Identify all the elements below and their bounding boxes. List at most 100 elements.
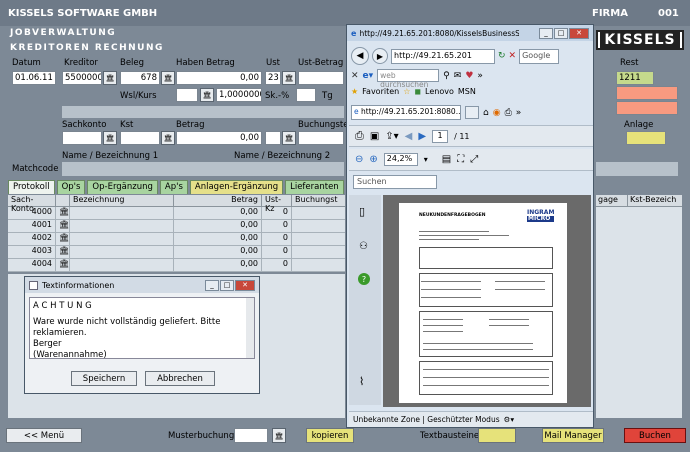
- tab-ops[interactable]: Op's: [56, 180, 86, 194]
- col-bezeichnung[interactable]: Bezeichnung: [70, 195, 174, 206]
- zoom-input[interactable]: 24,2%: [383, 153, 418, 166]
- binoculars-icon[interactable]: ⚇: [359, 241, 368, 252]
- favorites-add-icon[interactable]: ☆: [403, 87, 410, 96]
- search-icon[interactable]: ⚲: [443, 71, 450, 81]
- zoom-dropdown-icon[interactable]: ▾: [424, 155, 428, 164]
- home-icon[interactable]: ⌂: [483, 108, 489, 118]
- ie-tab-icon[interactable]: e▾: [363, 71, 374, 81]
- address-bar[interactable]: http://49.21.65.201: [391, 48, 495, 64]
- ust-kz-lookup-button[interactable]: 🏛: [282, 131, 296, 145]
- kreditor-lookup-button[interactable]: 🏛: [103, 71, 117, 85]
- abbrechen-button[interactable]: Abbrechen: [145, 371, 215, 386]
- table-row[interactable]: 4000 🏛 0,00 0: [8, 207, 345, 220]
- browser-tab[interactable]: e http://49.21.65.201:8080...: [351, 105, 461, 120]
- refresh-icon[interactable]: ↻: [498, 51, 506, 61]
- printer-icon[interactable]: ⎙: [355, 129, 364, 143]
- ust-input[interactable]: 23: [265, 71, 281, 85]
- building-icon[interactable]: 🏛: [56, 220, 70, 232]
- building-icon[interactable]: 🏛: [56, 233, 70, 245]
- haben-betrag-input[interactable]: 0,00: [176, 71, 262, 85]
- mail-icon[interactable]: ✉: [454, 71, 462, 81]
- table-row[interactable]: 4001 🏛 0,00 0: [8, 220, 345, 233]
- table-row[interactable]: 4002 🏛 0,00 0: [8, 233, 345, 246]
- expand-icon[interactable]: ⤢: [470, 154, 478, 165]
- next-page-icon[interactable]: ▶: [418, 131, 426, 142]
- ust-lookup-button[interactable]: 🏛: [282, 71, 296, 85]
- minimize-button[interactable]: _: [539, 27, 553, 39]
- zoom-out-icon[interactable]: ⊖: [355, 154, 363, 165]
- share-icon[interactable]: ⇪▾: [385, 131, 398, 142]
- tab-anlagen-ergaenzung[interactable]: Anlagen-Ergänzung: [189, 180, 284, 194]
- minimize-button[interactable]: _: [205, 279, 219, 291]
- col-buchungstext[interactable]: Buchungst: [292, 195, 345, 206]
- ust-betrag-input[interactable]: [298, 71, 344, 85]
- pdf-viewport[interactable]: NEUKUNDENFRAGEBOGEN INGRAM MICRO: [383, 195, 591, 407]
- tab-lieferanten[interactable]: Lieferanten: [285, 180, 344, 194]
- building-icon[interactable]: 🏛: [56, 246, 70, 258]
- save-icon[interactable]: ▣: [370, 131, 379, 142]
- kurs-input[interactable]: 1,0000000: [216, 88, 262, 102]
- col-sachkonto[interactable]: Sach-Konto: [8, 195, 56, 213]
- x-icon[interactable]: ✕: [351, 71, 359, 81]
- mail-manager-button[interactable]: Mail Manager: [542, 428, 604, 443]
- web-search-input[interactable]: web durchsuchen: [377, 69, 440, 89]
- maximize-button[interactable]: □: [554, 27, 568, 39]
- textinfo-textarea[interactable]: A C H T U N G Ware wurde nicht vollständ…: [29, 297, 255, 360]
- kst-input[interactable]: [120, 131, 160, 145]
- sachkonto-lookup-button[interactable]: 🏛: [103, 131, 117, 145]
- betrag-input[interactable]: 0,00: [176, 131, 262, 145]
- feed-icon[interactable]: ◉: [493, 108, 501, 118]
- buchungstext-input[interactable]: [298, 131, 344, 145]
- buchen-button[interactable]: Buchen: [624, 428, 686, 443]
- back-button[interactable]: ◀: [351, 47, 369, 65]
- anlage-input[interactable]: [626, 131, 666, 145]
- musterbuchung-lookup-button[interactable]: 🏛: [272, 428, 286, 443]
- close-button[interactable]: ✕: [235, 279, 255, 291]
- pages-icon[interactable]: ▯: [359, 205, 365, 218]
- attachment-icon[interactable]: ⌇: [359, 375, 364, 388]
- col-kst-bezeichnung[interactable]: Kst-Bezeich: [628, 195, 682, 206]
- col-ust-kz[interactable]: Ust-Kz: [262, 195, 292, 213]
- close-button[interactable]: ✕: [569, 27, 589, 39]
- favorite-lenovo[interactable]: Lenovo: [425, 87, 454, 96]
- fit-width-icon[interactable]: ⛶: [457, 154, 464, 165]
- col-betrag[interactable]: Betrag: [174, 195, 262, 206]
- heart-icon[interactable]: ♥: [465, 71, 473, 81]
- kreditor-input[interactable]: 5500000: [62, 71, 102, 85]
- kst-lookup-button[interactable]: 🏛: [161, 131, 175, 145]
- kopieren-button[interactable]: kopieren: [306, 428, 354, 443]
- tab-op-ergaenzung[interactable]: Op-Ergänzung: [87, 180, 158, 194]
- tab-aps[interactable]: Ap's: [159, 180, 188, 194]
- fit-page-icon[interactable]: ▤: [442, 154, 451, 165]
- menu-button[interactable]: << Menü: [6, 428, 82, 443]
- help-icon[interactable]: ?: [358, 273, 370, 285]
- datum-input[interactable]: 01.06.11: [12, 71, 56, 85]
- more-icon[interactable]: »: [477, 71, 483, 81]
- waehrung-lookup-button[interactable]: 🏛: [200, 88, 214, 102]
- tab-protokoll[interactable]: Protokoll: [8, 180, 55, 194]
- pdf-search-input[interactable]: Suchen: [353, 175, 437, 189]
- zoom-in-icon[interactable]: ⊕: [369, 154, 377, 165]
- waehrung-input[interactable]: [176, 88, 198, 102]
- textinfo-scrollbar[interactable]: [246, 298, 254, 358]
- textbausteine-button[interactable]: [478, 428, 516, 443]
- ust-kz-input[interactable]: [265, 131, 281, 145]
- page-number-input[interactable]: 1: [432, 129, 449, 143]
- protected-mode-icon[interactable]: ⚙▾: [504, 415, 515, 424]
- speichern-button[interactable]: Speichern: [71, 371, 137, 386]
- skonto-input[interactable]: [296, 88, 316, 102]
- more-icon[interactable]: »: [516, 108, 522, 118]
- col-anlage[interactable]: gage: [596, 195, 628, 206]
- maximize-button[interactable]: □: [220, 279, 234, 291]
- forward-button[interactable]: ▶: [372, 48, 388, 64]
- beleg-input[interactable]: 678: [120, 71, 160, 85]
- building-icon[interactable]: 🏛: [56, 259, 70, 271]
- beleg-lookup-button[interactable]: 🏛: [161, 71, 175, 85]
- musterbuchung-input[interactable]: [234, 428, 268, 443]
- print-icon[interactable]: ⎙: [505, 108, 512, 118]
- sachkonto-input[interactable]: [62, 131, 102, 145]
- favorite-msn[interactable]: MSN: [458, 87, 476, 96]
- stop-icon[interactable]: ✕: [509, 51, 517, 61]
- search-engine-box[interactable]: Google: [519, 48, 560, 64]
- table-row[interactable]: 4004 🏛 0,00 0: [8, 259, 345, 272]
